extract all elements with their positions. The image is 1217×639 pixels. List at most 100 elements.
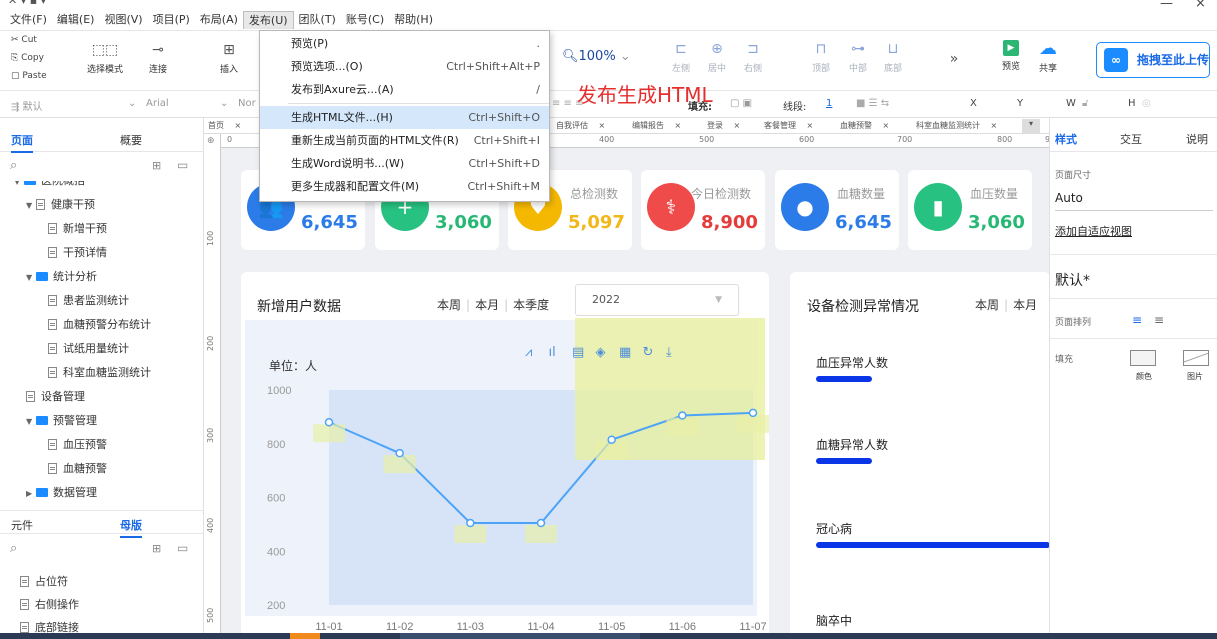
publish-menu-item[interactable]: 预览选项...(O) Ctrl+Shift+Alt+P	[260, 55, 549, 78]
tree-item[interactable]: 新增干预	[48, 217, 107, 241]
taskbar-app-icon[interactable]	[290, 633, 320, 639]
publish-menu-item[interactable]: 生成HTML文件...(H) Ctrl+Shift+O	[260, 106, 549, 129]
add-master-folder-icon[interactable]: ▭	[177, 541, 188, 555]
publish-menu-item[interactable]: 更多生成器和配置文件(M) Ctrl+Shift+M	[260, 175, 549, 198]
fill-controls[interactable]: ▢ ▣	[730, 98, 752, 109]
minimize-icon[interactable]: —	[1160, 0, 1173, 11]
tree-item[interactable]: 科室血糖监测统计	[48, 361, 151, 385]
tab-pages[interactable]: 页面	[11, 132, 33, 153]
tab-close-icon[interactable]: ×	[232, 121, 242, 130]
font-select[interactable]: Arial	[146, 98, 169, 109]
master-item[interactable]: 右侧操作	[20, 593, 79, 617]
expand-arrow-icon[interactable]: ▼	[14, 181, 24, 194]
add-master-icon[interactable]: ⊞	[152, 542, 161, 555]
publish-menu-item[interactable]: 发布到Axure云...(A) /	[260, 78, 549, 101]
add-folder-icon[interactable]: ▭	[177, 158, 188, 172]
abnormal-period-month[interactable]: 本月	[1013, 298, 1037, 312]
align-top-button[interactable]: ⊓ 顶部	[808, 40, 834, 74]
connect-button[interactable]: ⊸ 连接	[143, 41, 173, 75]
tab-close-icon[interactable]: ×	[731, 121, 741, 130]
tree-item[interactable]: ▼ 统计分析	[26, 265, 97, 289]
align-left-button[interactable]: ⊏ 左侧	[668, 40, 694, 74]
master-item[interactable]: 占位符	[20, 570, 68, 594]
add-page-icon[interactable]: ⊞	[152, 159, 161, 172]
canvas-tab[interactable]: 客餐管理 ×	[764, 120, 813, 131]
expand-arrow-icon[interactable]: ▶	[26, 482, 36, 503]
tab-masters[interactable]: 母版	[120, 517, 142, 538]
canvas-tab[interactable]: 首页 ×	[208, 120, 241, 131]
masters-search-icon[interactable]: ⌕	[10, 541, 17, 556]
canvas-tab[interactable]: 自我评估 ×	[556, 120, 605, 131]
upload-button[interactable]: ∞ 拖拽至此上传	[1096, 42, 1210, 78]
menu-item[interactable]: 团队(T)	[294, 11, 341, 29]
select-mode-button[interactable]: ⬚⬚ 选择模式	[78, 41, 132, 75]
taskbar-window[interactable]	[400, 633, 640, 639]
lock-icon[interactable]: 🔓︎	[1082, 98, 1088, 109]
canvas-tab[interactable]: 编辑报告 ×	[632, 120, 681, 131]
publish-menu-item[interactable]: 预览(P).	[260, 32, 549, 55]
tree-item[interactable]: ▶ 数据管理	[26, 481, 97, 503]
tree-item[interactable]: 血糖预警分布统计	[48, 313, 151, 337]
publish-menu-item[interactable]: 重新生成当前页面的HTML文件(R) Ctrl+Shift+I	[260, 129, 549, 152]
align-bottom-button[interactable]: ⊔ 底部	[880, 40, 906, 74]
tab-outline[interactable]: 概要	[120, 132, 142, 148]
style-select[interactable]: ⇶ 默认	[11, 98, 43, 113]
menu-item[interactable]: 布局(A)	[195, 11, 243, 29]
fill-image-swatch[interactable]	[1183, 350, 1209, 366]
tabs-overflow-icon[interactable]: ▾	[1022, 119, 1040, 133]
menu-item[interactable]: 项目(P)	[148, 11, 195, 29]
paste-button[interactable]: ▢ Paste	[11, 71, 47, 81]
align-middle-button[interactable]: ⊶ 中部	[845, 40, 871, 74]
canvas-tab[interactable]: 登录 ×	[707, 120, 740, 131]
style-name[interactable]: 默认*	[1055, 270, 1090, 290]
tree-item[interactable]: 血压预警	[48, 433, 107, 457]
align-center-page-icon[interactable]: ≡	[1154, 313, 1164, 327]
align-left-page-icon[interactable]: ≡	[1132, 313, 1142, 327]
expand-arrow-icon[interactable]: ▼	[26, 266, 36, 290]
tab-close-icon[interactable]: ×	[672, 121, 682, 130]
search-icon[interactable]: ⌕	[10, 158, 17, 173]
menu-item[interactable]: 发布(U)	[242, 11, 294, 29]
menu-item[interactable]: 视图(V)	[99, 11, 147, 29]
tab-close-icon[interactable]: ×	[804, 121, 814, 130]
menu-item[interactable]: 文件(F)	[0, 11, 52, 29]
tree-item[interactable]: 设备管理	[26, 385, 85, 409]
tab-close-icon[interactable]: ×	[988, 121, 998, 130]
tree-item[interactable]: ▼ 医院概括	[14, 181, 85, 193]
tab-interaction[interactable]: 交互	[1120, 131, 1142, 147]
tab-close-icon[interactable]: ×	[596, 121, 606, 130]
copy-button[interactable]: ⎘ Copy	[11, 53, 44, 63]
fill-color-swatch[interactable]	[1130, 350, 1156, 366]
abnormal-period-week[interactable]: 本周	[975, 298, 999, 312]
tree-item[interactable]: ▼ 健康干预	[26, 193, 95, 217]
tree-item[interactable]: 血糖预警	[48, 457, 107, 481]
menu-item[interactable]: 编辑(E)	[52, 11, 100, 29]
share-button[interactable]: ☁ 共享	[1034, 40, 1062, 75]
menu-item[interactable]: 账号(C)	[341, 11, 389, 29]
align-right-button[interactable]: ⊐ 右侧	[740, 40, 766, 74]
page-size-select[interactable]: Auto	[1055, 191, 1083, 205]
more-button[interactable]: »	[944, 51, 964, 67]
canvas-tab[interactable]: 血糖预警 ×	[840, 120, 889, 131]
zoom-select[interactable]: 🔍︎100% ⌄	[562, 49, 634, 64]
tree-item[interactable]: 试纸用量统计	[48, 337, 129, 361]
canvas-tab[interactable]: 科室血糖监测统计 ×	[916, 120, 997, 131]
expand-arrow-icon[interactable]: ▼	[26, 194, 36, 218]
tab-close-icon[interactable]: ×	[880, 121, 890, 130]
cut-button[interactable]: ✂ Cut	[11, 35, 37, 45]
font-style-select[interactable]: Nor	[238, 98, 256, 109]
line-width-value[interactable]: 1	[826, 98, 832, 109]
tab-notes[interactable]: 说明	[1186, 131, 1208, 147]
tree-item[interactable]: 患者监测统计	[48, 289, 129, 313]
publish-menu-item[interactable]: 生成Word说明书...(W) Ctrl+Shift+D	[260, 152, 549, 175]
add-adaptive-view-link[interactable]: 添加自适应视图	[1055, 223, 1132, 239]
insert-button[interactable]: ⊞ 插入	[214, 41, 244, 75]
tab-style[interactable]: 样式	[1055, 131, 1077, 147]
menu-item[interactable]: 帮助(H)	[389, 11, 438, 29]
preview-button[interactable]: ▶ 预览	[998, 40, 1024, 72]
align-center-button[interactable]: ⊕ 居中	[704, 40, 730, 74]
tab-widgets[interactable]: 元件	[11, 517, 33, 533]
line-style-icons[interactable]: ■ ☰ ⇆	[856, 98, 889, 109]
expand-arrow-icon[interactable]: ▼	[26, 410, 36, 434]
close-icon[interactable]: ×	[1195, 0, 1206, 11]
